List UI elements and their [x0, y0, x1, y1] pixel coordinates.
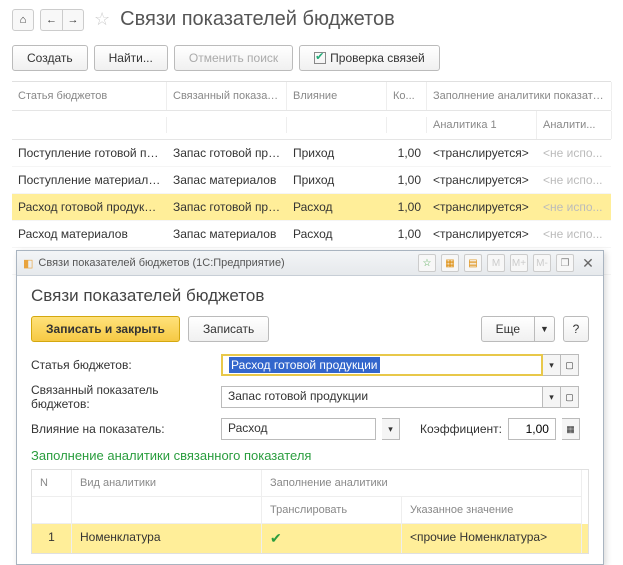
favorite-icon[interactable]: ☆: [418, 254, 436, 272]
dropdown-icon[interactable]: ▾: [543, 386, 561, 408]
open-icon[interactable]: ▢: [561, 354, 579, 376]
related-label: Связанный показатель бюджетов:: [31, 383, 215, 411]
col-translate[interactable]: Транслировать: [262, 497, 402, 524]
dropdown-icon[interactable]: ▾: [543, 354, 561, 376]
table-row[interactable]: Расход материаловЗапас материаловРасход1…: [12, 221, 611, 248]
close-icon[interactable]: ✕: [579, 254, 597, 272]
col-influence[interactable]: Влияние: [287, 82, 387, 110]
edit-dialog: ◧ Связи показателей бюджетов (1С:Предпри…: [16, 250, 604, 565]
col-value[interactable]: Указанное значение: [402, 497, 582, 524]
translate-checkbox[interactable]: ✔: [262, 524, 402, 553]
forward-button[interactable]: →: [62, 9, 84, 31]
col-n[interactable]: N: [32, 470, 72, 497]
col-related[interactable]: Связанный показатель бюджетов: [167, 82, 287, 110]
grid-icon[interactable]: ▦: [441, 254, 459, 272]
help-button[interactable]: ?: [563, 316, 589, 342]
cancel-search-button: Отменить поиск: [174, 45, 293, 71]
create-button[interactable]: Создать: [12, 45, 88, 71]
calc-icon[interactable]: ▤: [464, 254, 482, 272]
related-input[interactable]: Запас готовой продукции: [221, 386, 543, 408]
table-row[interactable]: Расход готовой продукцииЗапас готовой пр…: [12, 194, 611, 221]
more-button[interactable]: Еще ▼: [481, 316, 555, 342]
check-icon: [314, 52, 326, 64]
coef-label: Коэффициент:: [420, 422, 502, 436]
coef-input[interactable]: [508, 418, 556, 440]
page-title: Связи показателей бюджетов: [120, 8, 395, 31]
calc-small-icon[interactable]: ▦: [562, 418, 580, 440]
dialog-app-icon: ◧: [23, 257, 33, 270]
article-label: Статья бюджетов:: [31, 358, 215, 372]
influence-input[interactable]: Расход: [221, 418, 376, 440]
col-coef[interactable]: Ко...: [387, 82, 427, 110]
save-button[interactable]: Записать: [188, 316, 269, 342]
m-minus-icon[interactable]: M-: [533, 254, 551, 272]
back-button[interactable]: ←: [40, 9, 62, 31]
table-row[interactable]: Поступление материаловЗапас материаловПр…: [12, 167, 611, 194]
main-grid[interactable]: Статья бюджетов Связанный показатель бюд…: [12, 81, 611, 275]
influence-label: Влияние на показатель:: [31, 422, 215, 436]
open-icon[interactable]: ▢: [561, 386, 579, 408]
dropdown-icon[interactable]: ▾: [382, 418, 400, 440]
grid-header: Статья бюджетов Связанный показатель бюд…: [12, 82, 611, 111]
dialog-heading: Связи показателей бюджетов: [31, 286, 589, 306]
col-type[interactable]: Вид аналитики: [72, 470, 262, 497]
col-analytics1[interactable]: Аналитика 1: [427, 111, 537, 139]
analytics-grid[interactable]: N Вид аналитики Заполнение аналитики Тра…: [31, 469, 589, 554]
analytics-row[interactable]: 1 Номенклатура ✔ <прочие Номенклатура>: [32, 524, 588, 553]
m-plus-icon[interactable]: M+: [510, 254, 528, 272]
check-links-button[interactable]: Проверка связей: [299, 45, 440, 71]
save-close-button[interactable]: Записать и закрыть: [31, 316, 180, 342]
col-fill[interactable]: Заполнение аналитики: [262, 470, 582, 497]
m-icon[interactable]: M: [487, 254, 505, 272]
analytics-section-title: Заполнение аналитики связанного показате…: [31, 448, 589, 463]
chevron-down-icon[interactable]: ▼: [535, 316, 555, 342]
article-input[interactable]: Расход готовой продукции: [221, 354, 543, 376]
grid-subheader: Аналитика 1 Аналити...: [12, 111, 611, 140]
col-analytics2[interactable]: Аналити...: [537, 111, 612, 139]
find-button[interactable]: Найти...: [94, 45, 168, 71]
table-row[interactable]: Поступление готовой пр...Запас готовой п…: [12, 140, 611, 167]
home-button[interactable]: ⌂: [12, 9, 34, 31]
window-restore-icon[interactable]: ❐: [556, 254, 574, 272]
dialog-window-title: Связи показателей бюджетов (1С:Предприят…: [38, 257, 284, 269]
col-article[interactable]: Статья бюджетов: [12, 82, 167, 110]
favorite-star-icon[interactable]: ☆: [94, 9, 110, 30]
col-fill[interactable]: Заполнение аналитики показателя: [427, 82, 612, 110]
